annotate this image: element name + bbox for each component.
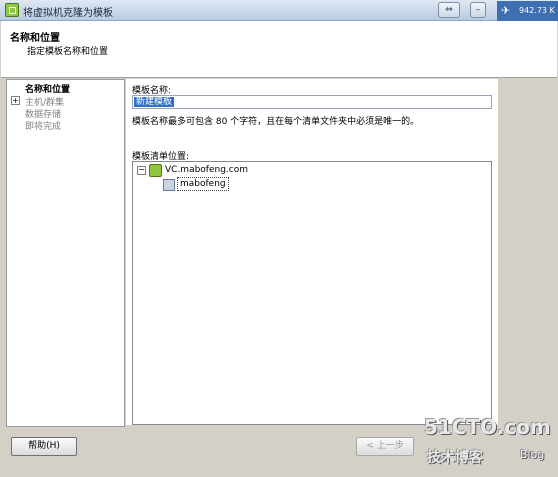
plane-icon: ✈ — [501, 4, 511, 17]
step-name-location[interactable]: 名称和位置 — [25, 82, 70, 95]
network-speed: 942.73 K — [519, 6, 555, 15]
watermark-tagline: 技术博客 — [427, 450, 483, 466]
watermark-suffix: Blog — [520, 448, 545, 461]
tree-item-vcenter[interactable]: VC.mabofeng.com — [165, 165, 248, 175]
back-button[interactable]: < 上一步 — [356, 437, 414, 456]
vsphere-app-icon — [5, 3, 19, 17]
collapse-icon[interactable]: − — [137, 166, 146, 175]
help-button[interactable]: 帮助(H) — [11, 437, 77, 456]
step-ready-complete[interactable]: 即将完成 — [25, 119, 61, 132]
inventory-tree[interactable]: − VC.mabofeng.com mabofeng — [132, 161, 492, 425]
wizard-content: 模板名称: 新建模板 模板名称最多可包含 80 个字符，且在每个清单文件夹中必须… — [126, 79, 498, 425]
datacenter-icon — [163, 179, 175, 191]
page-subtitle: 指定模板名称和位置 — [27, 47, 109, 57]
watermark-site: 51CTO.com — [424, 415, 551, 439]
template-name-hint: 模板名称最多可包含 80 个字符，且在每个清单文件夹中必须是唯一的。 — [132, 117, 420, 127]
window-title: 将虚拟机克隆为模板 — [23, 8, 113, 19]
swap-icon[interactable]: ⇔ — [438, 2, 460, 18]
template-name-value[interactable]: 新建模板 — [134, 97, 175, 107]
page-title: 名称和位置 — [10, 33, 60, 44]
vcenter-icon — [149, 164, 162, 177]
template-name-input[interactable]: 新建模板 — [132, 95, 492, 109]
network-tray: ✈ 942.73 K — [497, 1, 558, 21]
window-titlebar: 将虚拟机克隆为模板 ⇔ – — [0, 0, 558, 21]
minimize-button[interactable]: – — [470, 2, 486, 18]
tree-item-datacenter[interactable]: mabofeng — [177, 177, 229, 191]
expand-icon[interactable]: + — [11, 96, 20, 105]
wizard-header: 名称和位置 指定模板名称和位置 — [1, 21, 557, 78]
wizard-steps: 名称和位置 + 主机/群集 数据存储 即将完成 — [6, 79, 125, 427]
